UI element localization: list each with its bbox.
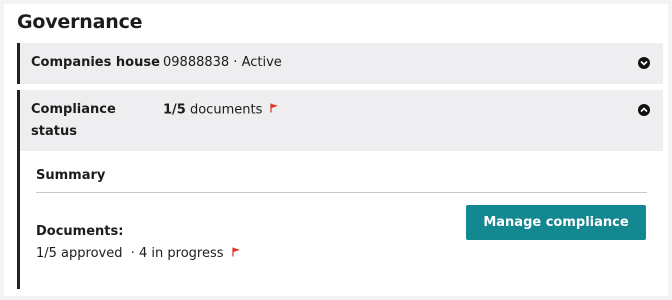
compliance-status-row[interactable]: Compliance status 1/5 documents — [17, 90, 663, 151]
compliance-count: 1/5 — [163, 102, 186, 118]
documents-value: 1/5 approved · 4 in progress — [36, 246, 241, 261]
section-title: Governance — [17, 11, 143, 33]
red-flag-icon — [270, 99, 279, 121]
compliance-status-value: 1/5 documents — [163, 99, 279, 122]
compliance-count-suffix: documents — [185, 102, 263, 118]
companies-house-row[interactable]: Companies house 09888838 · Active — [17, 43, 663, 84]
chevron-down-icon[interactable] — [638, 57, 650, 69]
chevron-up-icon[interactable] — [638, 104, 650, 116]
red-flag-icon — [232, 246, 241, 261]
divider — [36, 192, 647, 193]
companies-house-value: 09888838 · Active — [163, 55, 282, 70]
governance-card: Governance Companies house 09888838 · Ac… — [4, 4, 668, 296]
summary-title: Summary — [36, 168, 106, 183]
compliance-status-label: Compliance status — [31, 102, 116, 139]
companies-house-label: Companies house — [31, 55, 160, 70]
documents-status: 1/5 approved · 4 in progress — [36, 246, 224, 261]
compliance-summary-panel: Summary Documents: 1/5 approved · 4 in p… — [17, 151, 663, 289]
documents-label: Documents: — [36, 224, 124, 239]
manage-compliance-button[interactable]: Manage compliance — [466, 205, 646, 240]
